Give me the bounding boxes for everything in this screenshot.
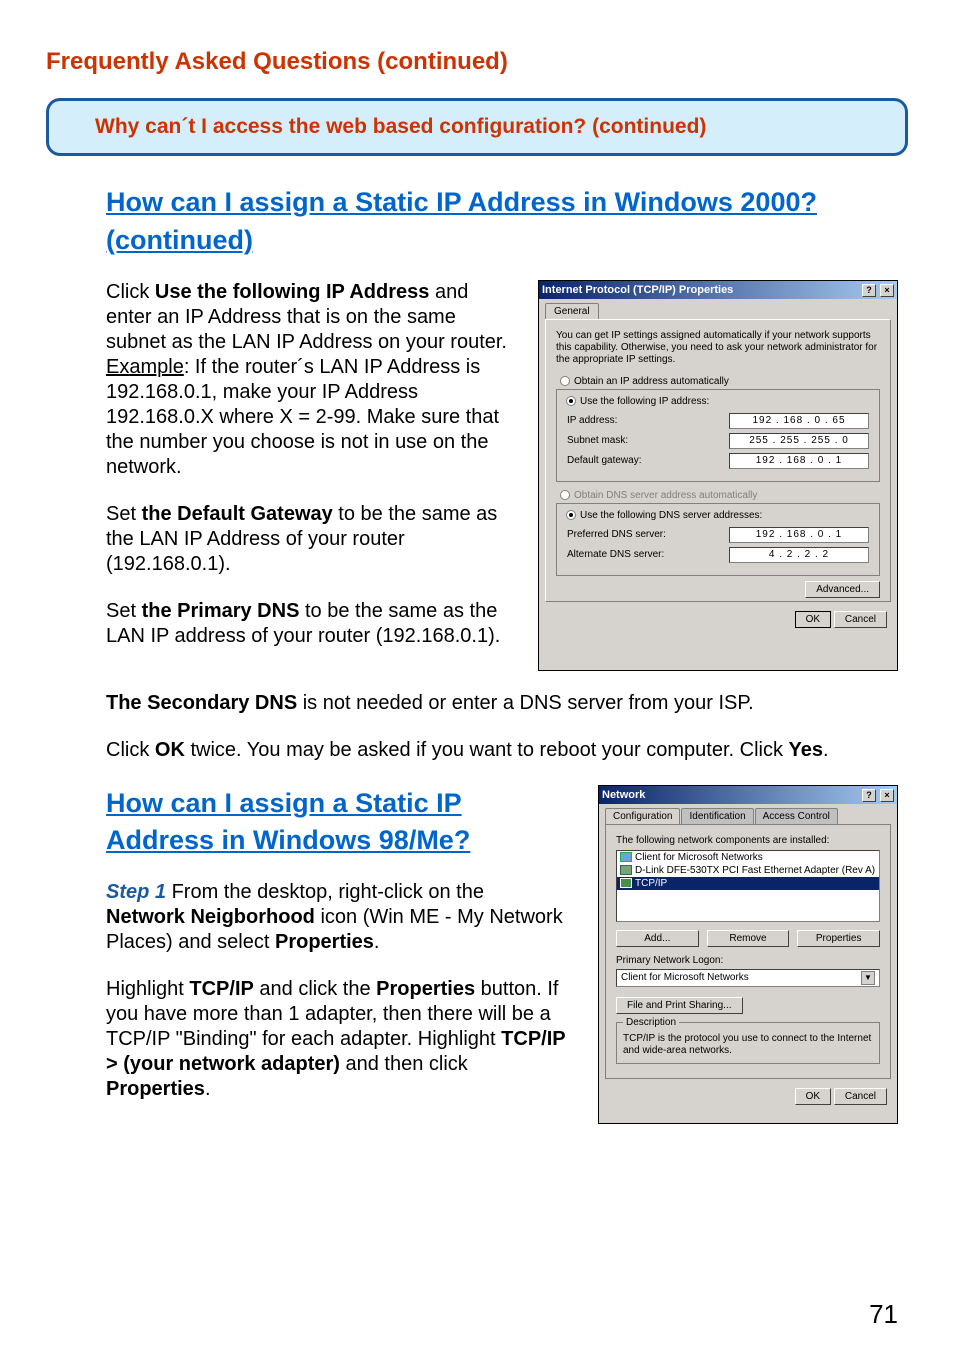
radio-obtain-auto[interactable]: Obtain an IP address automatically (560, 376, 880, 387)
default-gateway-input[interactable]: 192 . 168 . 0 . 1 (729, 453, 869, 469)
file-print-sharing-button[interactable]: File and Print Sharing... (616, 997, 743, 1014)
alternate-dns-label: Alternate DNS server: (567, 549, 729, 560)
components-listbox[interactable]: Client for Microsoft Networks D-Link DFE… (616, 850, 880, 922)
close-icon[interactable]: × (880, 789, 894, 802)
subnet-mask-input[interactable]: 255 . 255 . 255 . 0 (729, 433, 869, 449)
description-box: Description TCP/IP is the protocol you u… (616, 1022, 880, 1064)
page-number: 71 (869, 1299, 898, 1330)
radio-obtain-dns-auto: Obtain DNS server address automatically (560, 490, 880, 501)
bold-text: Properties (376, 978, 475, 1000)
tab-configuration[interactable]: Configuration (605, 808, 680, 824)
description-body: TCP/IP is the protocol you use to connec… (623, 1033, 871, 1056)
text: . (823, 739, 829, 761)
advanced-button[interactable]: Advanced... (805, 581, 880, 598)
list-item[interactable]: Client for Microsoft Networks (617, 851, 879, 864)
ip-address-label: IP address: (567, 415, 729, 426)
preferred-dns-label: Preferred DNS server: (567, 529, 729, 540)
client-icon (620, 852, 632, 862)
tab-identification[interactable]: Identification (681, 808, 753, 824)
text: Highlight (106, 978, 189, 1000)
text: Set (106, 600, 142, 622)
win98-dialog: Network ? × Configuration Identification… (598, 785, 898, 1125)
instructions-text-98: How can I assign a Static IP Address in … (106, 785, 568, 1125)
radio-label: Use the following IP address: (580, 396, 709, 407)
cancel-button[interactable]: Cancel (834, 1088, 887, 1105)
click-ok-note: Click OK twice. You may be asked if you … (106, 738, 898, 763)
primary-logon-dropdown[interactable]: Client for Microsoft Networks ▼ (616, 969, 880, 987)
titlebar: Internet Protocol (TCP/IP) Properties ? … (539, 281, 897, 299)
description-heading: Description (623, 1017, 679, 1028)
bold-text: Use the following IP Address (155, 281, 430, 303)
radio-use-following-ip[interactable]: Use the following IP address: (563, 396, 712, 407)
ip-address-input[interactable]: 192 . 168 . 0 . 65 (729, 413, 869, 429)
bold-text: OK (155, 739, 185, 761)
text: Click (106, 281, 155, 303)
cancel-button[interactable]: Cancel (834, 611, 887, 628)
components-label: The following network components are ins… (616, 835, 880, 846)
list-item[interactable]: D-Link DFE-530TX PCI Fast Ethernet Adapt… (617, 864, 879, 877)
callout-bar: Why can´t I access the web based configu… (46, 98, 908, 156)
page-title: Frequently Asked Questions (continued) (46, 48, 908, 76)
subnet-mask-label: Subnet mask: (567, 435, 729, 446)
radio-label: Obtain an IP address automatically (574, 376, 729, 387)
properties-button[interactable]: Properties (797, 930, 880, 947)
text: From the desktop, right-click on the (166, 881, 484, 903)
text: Set (106, 503, 142, 525)
dialog-title: Network (602, 786, 645, 804)
instructions-text: Click Use the following IP Address and e… (106, 280, 508, 671)
tab-access-control[interactable]: Access Control (755, 808, 838, 824)
text: . (374, 931, 380, 953)
bold-text: Network Neigborhood (106, 906, 315, 928)
list-item-label: D-Link DFE-530TX PCI Fast Ethernet Adapt… (635, 865, 875, 876)
remove-button[interactable]: Remove (707, 930, 790, 947)
titlebar: Network ? × (599, 786, 897, 804)
example-underline: Example (106, 356, 184, 378)
ok-button[interactable]: OK (795, 1088, 831, 1105)
text: twice. You may be asked if you want to r… (185, 739, 789, 761)
dialog-title: Internet Protocol (TCP/IP) Properties (542, 281, 733, 299)
dialog-intro: You can get IP settings assigned automat… (556, 330, 880, 366)
text: is not needed or enter a DNS server from… (297, 692, 754, 714)
section-heading-win98: How can I assign a Static IP Address in … (106, 785, 568, 861)
radio-use-following-dns[interactable]: Use the following DNS server addresses: (563, 510, 765, 521)
text: . (205, 1078, 211, 1100)
list-item[interactable]: TCP/IP (617, 877, 879, 890)
tab-general[interactable]: General (545, 303, 599, 319)
bold-text: Properties (106, 1078, 205, 1100)
radio-label: Use the following DNS server addresses: (580, 510, 762, 521)
secondary-dns-note: The Secondary DNS is not needed or enter… (106, 691, 898, 716)
text: and click the (254, 978, 376, 1000)
win2k-dialog: Internet Protocol (TCP/IP) Properties ? … (538, 280, 898, 671)
add-button[interactable]: Add... (616, 930, 699, 947)
step-label: Step 1 (106, 881, 166, 903)
help-icon[interactable]: ? (862, 284, 876, 297)
text: Click (106, 739, 155, 761)
default-gateway-label: Default gateway: (567, 455, 729, 466)
adapter-icon (620, 865, 632, 875)
list-item-label: Client for Microsoft Networks (635, 852, 763, 863)
close-icon[interactable]: × (880, 284, 894, 297)
alternate-dns-input[interactable]: 4 . 2 . 2 . 2 (729, 547, 869, 563)
bold-text: TCP/IP (189, 978, 253, 1000)
preferred-dns-input[interactable]: 192 . 168 . 0 . 1 (729, 527, 869, 543)
dropdown-value: Client for Microsoft Networks (621, 972, 749, 983)
radio-label: Obtain DNS server address automatically (574, 490, 757, 501)
bold-text: the Primary DNS (142, 600, 300, 622)
bold-text: the Default Gateway (142, 503, 333, 525)
protocol-icon (620, 878, 632, 888)
help-icon[interactable]: ? (862, 789, 876, 802)
bold-text: The Secondary DNS (106, 692, 297, 714)
ok-button[interactable]: OK (795, 611, 831, 628)
chevron-down-icon[interactable]: ▼ (861, 971, 875, 985)
section-heading-win2000: How can I assign a Static IP Address in … (106, 184, 908, 260)
primary-logon-label: Primary Network Logon: (616, 955, 880, 966)
list-item-label: TCP/IP (635, 878, 667, 889)
bold-text: Properties (275, 931, 374, 953)
bold-text: Yes (789, 739, 823, 761)
text: and then click (340, 1053, 468, 1075)
